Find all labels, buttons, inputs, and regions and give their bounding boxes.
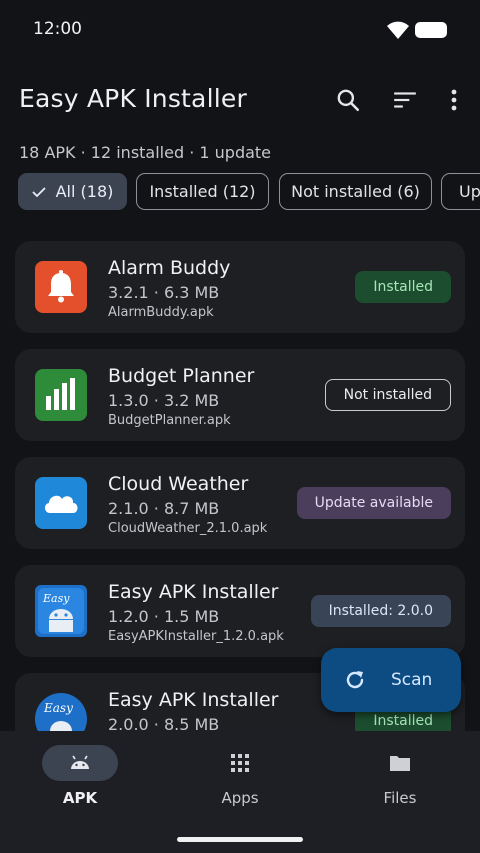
apk-card[interactable]: Alarm Buddy 3.2.1 · 6.3 MB AlarmBuddy.ap…: [15, 241, 465, 333]
app-name: Cloud Weather: [108, 473, 249, 495]
sort-icon[interactable]: [389, 84, 421, 116]
chip-installed[interactable]: Installed (12): [136, 173, 269, 210]
chip-all[interactable]: All (18): [18, 173, 127, 210]
chip-label: Not installed (6): [291, 182, 420, 201]
scan-label: Scan: [391, 670, 433, 690]
check-icon: [31, 186, 46, 197]
chip-label: All (18): [55, 182, 114, 201]
chip-not-installed[interactable]: Not installed (6): [279, 173, 432, 210]
app-version-size: 1.2.0 · 1.5 MB: [108, 607, 220, 626]
apk-filename: AlarmBuddy.apk: [108, 305, 214, 320]
apk-card[interactable]: Budget Planner 1.3.0 · 3.2 MB BudgetPlan…: [15, 349, 465, 441]
filter-chips: All (18) Installed (12) Not installed (6…: [18, 173, 480, 211]
more-vert-icon[interactable]: [438, 84, 470, 116]
bar-chart-icon: [35, 369, 87, 421]
bell-icon: [35, 261, 87, 313]
app-version-size: 1.3.0 · 3.2 MB: [108, 391, 220, 410]
grid-icon: [231, 754, 249, 772]
apk-card[interactable]: Easy Easy APK Installer 1.2.0 · 1.5 MB E…: [15, 565, 465, 657]
nav-item-apps[interactable]: Apps: [160, 731, 320, 826]
chip-label: Up: [459, 182, 480, 201]
apk-filename: EasyAPKInstaller_1.2.0.apk: [108, 629, 284, 644]
app-version-size: 3.2.1 · 6.3 MB: [108, 283, 220, 302]
app-name: Easy APK Installer: [108, 581, 279, 603]
nav-label: Files: [383, 789, 417, 807]
wifi-icon: [387, 21, 409, 39]
status-badge: Update available: [296, 487, 451, 519]
cloud-icon: [35, 477, 87, 529]
apk-filename: CloudWeather_2.1.0.apk: [108, 521, 268, 536]
home-indicator[interactable]: [177, 837, 303, 842]
battery-icon: [415, 22, 447, 38]
status-bar: 12:00: [0, 0, 480, 60]
nav-item-apk[interactable]: APK: [0, 731, 160, 826]
chip-updates[interactable]: Up: [441, 173, 480, 210]
bottom-nav: APK Apps Files: [0, 731, 480, 853]
app-name: Budget Planner: [108, 365, 255, 387]
apk-card[interactable]: Cloud Weather 2.1.0 · 8.7 MB CloudWeathe…: [15, 457, 465, 549]
nav-label: Apps: [221, 789, 259, 807]
svg-text:Easy: Easy: [42, 592, 70, 605]
svg-text:Easy: Easy: [43, 701, 73, 715]
apk-filename: BudgetPlanner.apk: [108, 413, 231, 428]
search-icon[interactable]: [332, 84, 364, 116]
folder-icon: [390, 756, 410, 771]
app-version-size: 2.1.0 · 8.7 MB: [108, 499, 220, 518]
status-badge: Installed: [355, 271, 451, 303]
refresh-icon: [346, 671, 364, 689]
app-title: Easy APK Installer: [19, 84, 247, 113]
status-time: 12:00: [33, 19, 82, 39]
status-badge: Installed: 2.0.0: [310, 595, 451, 627]
chip-label: Installed (12): [149, 182, 256, 201]
nav-item-files[interactable]: Files: [320, 731, 480, 826]
nav-label: APK: [62, 789, 98, 807]
android-icon: [71, 755, 89, 769]
easy-android-icon: Easy: [35, 585, 87, 637]
app-name: Easy APK Installer: [108, 689, 279, 711]
scan-button[interactable]: Scan: [321, 648, 461, 712]
apk-summary: 18 APK · 12 installed · 1 update: [19, 143, 272, 162]
app-name: Alarm Buddy: [108, 257, 231, 279]
status-badge: Not installed: [324, 379, 451, 411]
